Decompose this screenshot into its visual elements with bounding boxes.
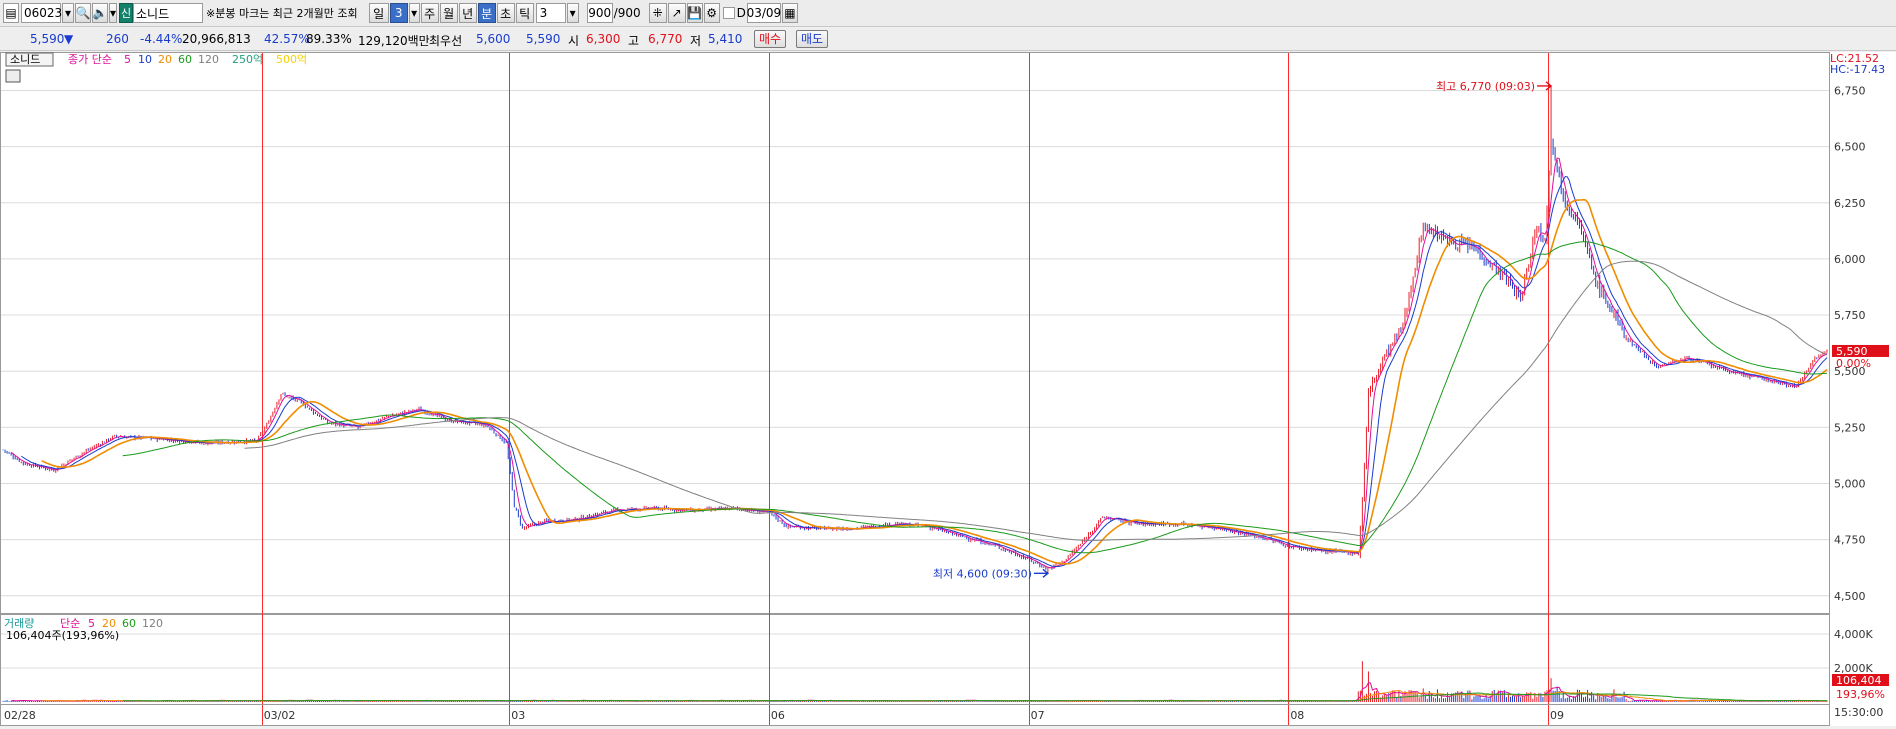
volume-tick-label: 4,000K [1834,628,1873,641]
crosshair-icon[interactable]: ⁜ [648,3,667,23]
day-count-dropdown-icon[interactable]: ▾ [408,3,420,23]
y-tick-label: 4,500 [1834,590,1866,603]
y-tick-label: 5,250 [1834,421,1866,434]
interval-dropdown-icon[interactable]: ▾ [566,3,579,23]
legend-stock-name: 소니드 [10,53,40,66]
y-tick-label: 5,000 [1834,477,1866,490]
draw-line-icon[interactable]: ↗ [667,3,686,23]
period-week-button[interactable]: 주 [420,3,439,23]
day-count-field[interactable]: 3 [389,3,408,23]
high-price: 6,770 [648,32,683,46]
low-label: 저 [690,34,702,48]
legend-ma10: 10 [138,53,152,66]
settings-gear-icon[interactable]: ⚙ [703,3,720,23]
count-total: /900 [613,6,641,20]
price-info-bar: 5,590 ▼ 260 -4.44% 20,966,813 42.57% 89.… [0,28,1896,51]
best-quote-label: 최우선 [429,34,463,48]
menu-icon[interactable]: ▤ [3,3,19,23]
legend-ext1: 250억 [232,53,263,66]
interval-input[interactable]: 3 [535,3,566,23]
calendar-icon[interactable]: ▦ [781,3,798,23]
legend-ma60: 60 [178,53,192,66]
period-month-button[interactable]: 월 [439,3,458,23]
x-tick-label: 03/02 [264,709,296,722]
best-sell-price: 5,600 [476,32,511,46]
open-price: 6,300 [586,32,621,46]
current-price: 5,590 [30,32,65,46]
legend-ma120: 120 [198,53,219,66]
zero-pct-tag: 0.00% [1836,357,1871,370]
time-tag: 15:30:00 [1834,706,1883,719]
stock-code-input[interactable]: 060230 [21,3,70,23]
d-label: D [736,6,746,20]
y-tick-label: 6,750 [1834,84,1866,97]
volume-current: 106,404주(193,96%) [6,629,119,642]
x-tick-label: 02/28 [4,709,36,722]
y-tick-label: 6,500 [1834,141,1866,154]
y-tick-label: 4,750 [1834,534,1866,547]
volume-value: 20,966,813 [182,32,251,46]
best-buy-price: 5,590 [526,32,561,46]
x-tick-label: 03 [511,709,525,722]
d-checkbox[interactable] [722,7,735,19]
period-day-button[interactable]: 일 [368,3,389,23]
stock-name-field[interactable]: 소니드 [133,3,203,23]
market-badge: 신 [119,3,133,23]
code-dropdown-icon[interactable]: ▾ [62,3,74,23]
search-icon[interactable]: 🔍 [75,3,91,23]
high-annotation: 최고 6,770 (09:03) [1436,80,1535,93]
ratio-2: 89.33% [306,32,352,46]
y-tick-label: 6,000 [1834,253,1866,266]
period-tick-button[interactable]: 틱 [515,3,534,23]
hc-value: HC:-17.43 [1830,63,1885,76]
price-change: 260 [106,32,129,46]
down-arrow-icon: ▼ [64,32,74,46]
y-tick-label: 6,250 [1834,197,1866,210]
price-chart-svg[interactable]: 6,7506,5006,2506,0005,7505,5005,2505,000… [0,52,1896,726]
legend-ma20: 20 [158,53,172,66]
x-tick-label: 06 [771,709,785,722]
low-annotation: 최저 4,600 (09:30) [933,567,1032,580]
ratio-1: 42.57% [264,32,310,46]
volume-legend-60: 60 [122,617,136,630]
legend-price-label: 종가 단순 [68,53,112,66]
x-tick-label: 08 [1290,709,1304,722]
count-input[interactable]: 900 [586,3,613,23]
low-price: 5,410 [708,32,743,46]
chart-area[interactable]: 6,750 6,500 6,250 6,000 5,750 5,500 5,250 5,000… [0,52,1896,726]
period-year-button[interactable]: 년 [458,3,477,23]
period-minute-button[interactable]: 분 [477,3,496,23]
date-input[interactable]: 03/09 [747,3,781,23]
open-label: 시 [568,34,580,48]
save-icon[interactable]: 💾 [686,3,703,23]
speaker-icon[interactable]: 🔈 [92,3,108,23]
x-tick-label: 09 [1550,709,1564,722]
notice-text: ※분봉 마크는 최근 2개월만 조회 [206,7,358,20]
price-change-pct: -4.44% [140,32,183,46]
legend-ma5: 5 [124,53,131,66]
x-tick-label: 07 [1031,709,1045,722]
volume-pct-tag: 193,96% [1836,688,1885,701]
sell-button[interactable]: 매도 [796,30,829,48]
trade-amount: 129,120백만 [358,34,430,48]
buy-button[interactable]: 매수 [754,30,787,48]
high-label: 고 [628,34,640,48]
volume-legend-120: 120 [142,617,163,630]
speaker-dropdown-icon[interactable]: ▾ [109,3,117,23]
legend-ext2: 500억 [276,53,307,66]
period-second-button[interactable]: 초 [496,3,515,23]
volume-tag: 106,404 [1836,674,1882,687]
y-tick-label: 5,750 [1834,309,1866,322]
chart-menu-icon[interactable] [5,69,21,83]
toolbar: ▤ 060230 ▾ 🔍 🔈 ▾ 신 소니드 ※분봉 마크는 최근 2개월만 조… [0,0,1896,27]
